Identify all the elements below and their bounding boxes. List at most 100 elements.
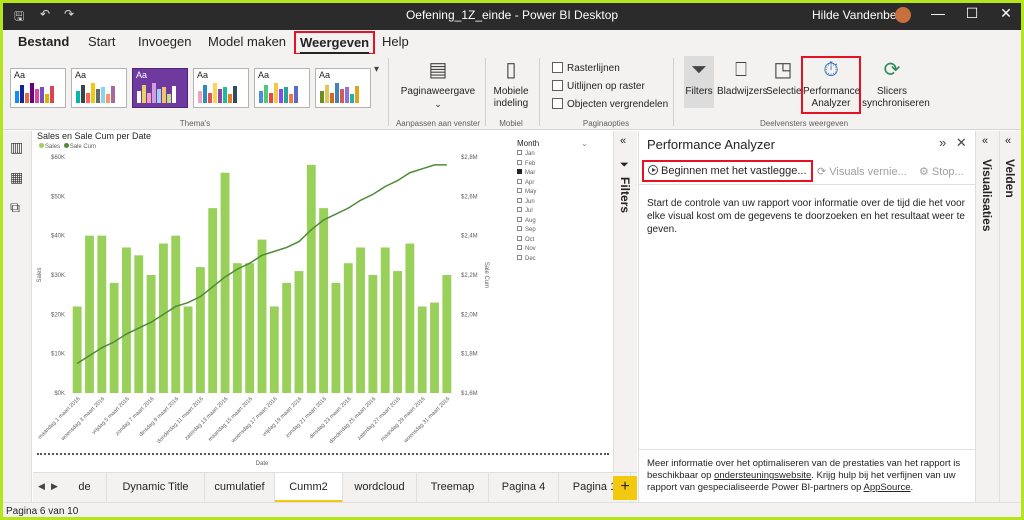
- close-icon[interactable]: ✕: [956, 135, 967, 150]
- title-bar: 🖫 ↶ ↷ Oefening_1Z_einde - Power BI Deskt…: [0, 0, 1024, 30]
- theme-color-bars: [76, 83, 115, 103]
- bar-sales: [331, 282, 341, 393]
- avatar[interactable]: [895, 7, 911, 23]
- slicer-option-apr[interactable]: Apr: [517, 178, 589, 189]
- bar-sales: [85, 235, 94, 393]
- month-slicer[interactable]: Month ⌄ Jan Feb Mar Apr May Jun Jul Aug Sep Oct No…: [517, 139, 589, 264]
- y-tick-label: $20K: [51, 312, 65, 318]
- slicer-option-mar[interactable]: Mar: [517, 169, 589, 179]
- data-view-icon[interactable]: ▦: [10, 169, 23, 186]
- page-view-button[interactable]: ▤ Paginaweergave ⌄: [398, 58, 478, 111]
- expand-icon[interactable]: «: [982, 135, 988, 147]
- page-tab[interactable]: Treemap: [417, 473, 489, 503]
- collapse-icon[interactable]: »: [939, 135, 946, 150]
- filters-pane-collapsed[interactable]: « ⏷ Filters: [613, 131, 637, 472]
- next-page-icon[interactable]: ▶: [51, 481, 58, 492]
- page-tab[interactable]: Dynamic Title: [107, 473, 205, 503]
- maximize-icon[interactable]: ☐: [962, 5, 982, 22]
- expand-icon[interactable]: «: [1005, 135, 1011, 147]
- page-view-label: Paginaweergave: [400, 86, 476, 97]
- gallery-scroll-icon[interactable]: ▾: [374, 64, 379, 75]
- x-tick-label: woensdag 31 maart 2016: [402, 396, 451, 445]
- theme-sample-text: Aa: [197, 70, 209, 80]
- filters-pane-button[interactable]: ⏷ Filters: [684, 58, 714, 98]
- selection-pane-button[interactable]: ◳ Selectie: [766, 58, 802, 98]
- visualizations-pane-collapsed[interactable]: « Visualisaties: [975, 131, 999, 502]
- y2-tick-label: $1,6M: [461, 391, 478, 397]
- slicer-option-jun[interactable]: Jun: [517, 197, 589, 208]
- add-page-button[interactable]: +: [613, 476, 637, 500]
- perf-label-1: Performance: [803, 86, 861, 97]
- theme-sample-text: Aa: [75, 70, 87, 80]
- lock-objects-checkbox[interactable]: Objecten vergrendelen: [552, 98, 668, 110]
- x-tick-label: dinsdag 23 maart 2016: [309, 396, 353, 440]
- checkbox-icon: [517, 245, 522, 250]
- page-tab[interactable]: wordcloud: [343, 473, 417, 503]
- theme-option[interactable]: Aa: [315, 68, 371, 108]
- stop-button[interactable]: ⚙ Stop...: [919, 165, 964, 178]
- theme-option[interactable]: Aa: [71, 68, 127, 108]
- y2-tick-label: $2,8M: [461, 155, 478, 161]
- performance-analyzer-pane: Performance Analyzer » ✕ Beginnen met he…: [638, 131, 975, 502]
- expand-icon[interactable]: «: [620, 135, 626, 147]
- report-canvas[interactable]: Sales en Sale Cum per Date Sales Sale Cu…: [33, 131, 613, 471]
- slicer-option-jan[interactable]: Jan: [517, 150, 589, 160]
- sync-slicers-button[interactable]: ⟳ Slicers synchroniseren: [862, 58, 930, 110]
- theme-option[interactable]: Aa: [132, 68, 188, 108]
- tab-weergeven[interactable]: Weergeven: [294, 31, 376, 55]
- support-site-link[interactable]: ondersteuningswebsite: [714, 470, 811, 481]
- slicer-option-jul[interactable]: Jul: [517, 207, 589, 217]
- slicer-option-oct[interactable]: Oct: [517, 235, 589, 246]
- theme-color-bars: [198, 83, 237, 103]
- theme-option[interactable]: Aa: [193, 68, 249, 108]
- combo-chart[interactable]: $0K $10K $20K $30K $40K $50K $60K $1,6M $1,8M $2,…: [33, 149, 503, 479]
- y-tick-label: $0K: [54, 391, 65, 397]
- tab-help[interactable]: Help: [382, 34, 409, 49]
- fields-pane-collapsed[interactable]: « Velden: [999, 131, 1021, 502]
- phone-icon: ▯: [505, 59, 517, 81]
- performance-analyzer-button[interactable]: ⏱ Performance Analyzer: [803, 58, 861, 110]
- snap-checkbox[interactable]: Uitlijnen op raster: [552, 80, 645, 92]
- refresh-visuals-button[interactable]: ⟳ Visuals vernie...: [817, 165, 907, 178]
- selection-label: Selectie: [766, 86, 802, 97]
- user-name[interactable]: Hilde Vandenberk: [812, 8, 907, 22]
- start-recording-button[interactable]: Beginnen met het vastlegge...: [642, 160, 813, 182]
- y-tick-label: $30K: [51, 273, 65, 279]
- minimize-icon[interactable]: —: [928, 5, 948, 21]
- tab-bestand[interactable]: Bestand: [18, 34, 69, 49]
- page-tab[interactable]: cumulatief: [205, 473, 275, 503]
- panes-group-label: Deelvensters weergeven: [759, 119, 849, 128]
- slicer-option-aug[interactable]: Aug: [517, 216, 589, 227]
- filters-pane-label: Filters: [685, 86, 713, 97]
- theme-option[interactable]: Aa: [10, 68, 66, 108]
- page-tabs: ◀ ▶ de Dynamic Title cumulatief Cumm2 wordcl…: [33, 472, 637, 503]
- page-tab[interactable]: de: [63, 473, 107, 503]
- tab-invoegen[interactable]: Invoegen: [138, 34, 192, 49]
- bookmarks-pane-button[interactable]: ⎕ Bladwijzers: [717, 58, 768, 98]
- model-view-icon[interactable]: ⧉: [10, 199, 20, 216]
- theme-sample-text: Aa: [319, 70, 331, 80]
- bar-sales: [245, 263, 255, 393]
- x-tick-label: woensdag 17 maart 2016: [230, 396, 279, 445]
- divider: [673, 58, 674, 126]
- page-tab[interactable]: Cumm2: [275, 473, 343, 503]
- tab-model-maken[interactable]: Model maken: [208, 34, 286, 49]
- slicer-option-nov[interactable]: Nov: [517, 245, 589, 255]
- theme-option[interactable]: Aa: [254, 68, 310, 108]
- slicer-option-may[interactable]: May: [517, 188, 589, 198]
- page-tab[interactable]: Pagina 4: [489, 473, 559, 503]
- mobile-layout-button[interactable]: ▯ Mobiele indeling: [489, 58, 533, 110]
- tab-start[interactable]: Start: [88, 34, 115, 49]
- prev-page-icon[interactable]: ◀: [38, 481, 45, 492]
- close-icon[interactable]: ✕: [996, 5, 1016, 22]
- y-tick-label: $40K: [51, 234, 65, 240]
- slicer-option-sep[interactable]: Sep: [517, 226, 589, 236]
- report-view-icon[interactable]: ▥: [10, 139, 23, 156]
- slicer-option-dec[interactable]: Dec: [517, 254, 589, 265]
- bar-sales: [306, 164, 316, 393]
- gridlines-checkbox[interactable]: Rasterlijnen: [552, 62, 620, 74]
- chevron-down-icon[interactable]: ⌄: [581, 139, 588, 148]
- perf-pane-controls: » ✕: [939, 135, 967, 151]
- appsource-link[interactable]: AppSource: [864, 482, 911, 493]
- slicer-option-feb[interactable]: Feb: [517, 159, 589, 170]
